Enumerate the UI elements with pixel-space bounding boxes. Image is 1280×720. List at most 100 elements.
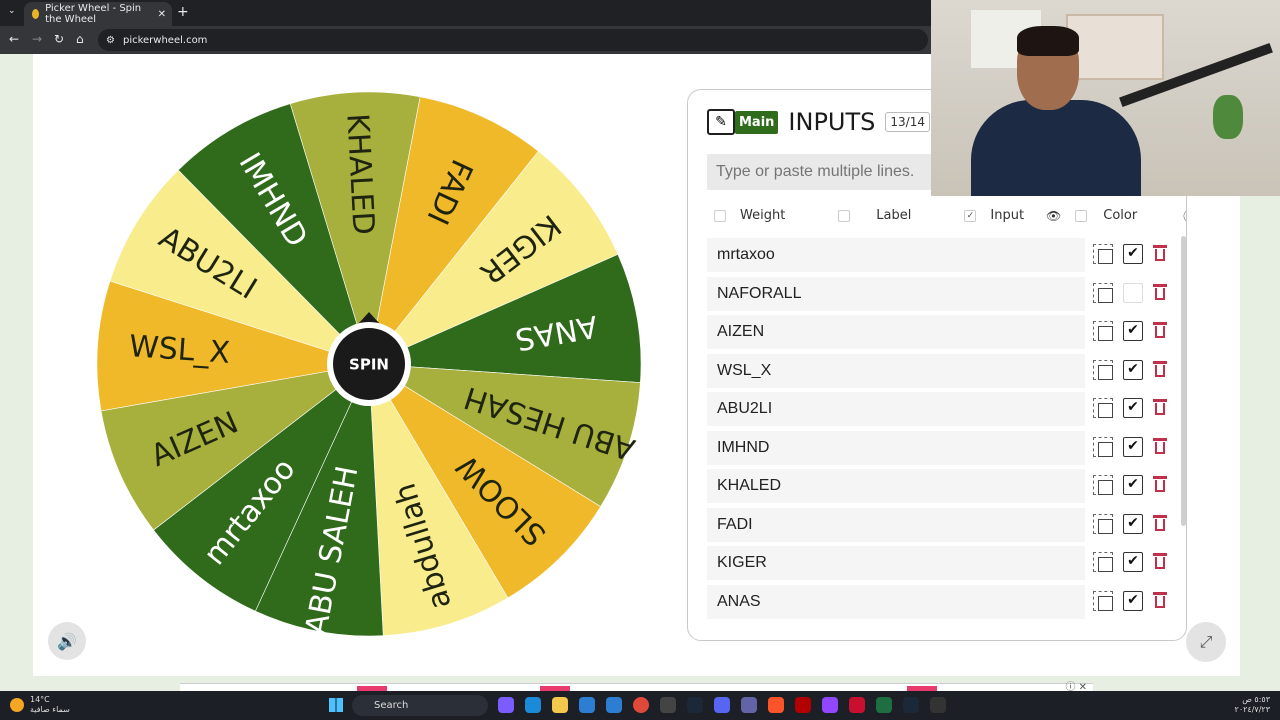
entry-name[interactable]: FADI: [707, 507, 1085, 542]
duplicate-icon[interactable]: [1093, 552, 1113, 572]
trash-icon[interactable]: [1153, 476, 1167, 493]
back-icon[interactable]: ←: [9, 32, 19, 46]
windows-taskbar: 14°C سماء صافية Search ٥:٥٣ ص ٢٠٢٤/٧/٢٣: [0, 691, 1280, 720]
taskbar-search[interactable]: Search: [352, 695, 488, 716]
entry-checkbox[interactable]: ✔: [1123, 321, 1143, 341]
entry-name[interactable]: ABU2LI: [707, 392, 1085, 426]
app-icon[interactable]: [903, 697, 919, 713]
trash-icon[interactable]: [1153, 514, 1167, 532]
entry-checkbox[interactable]: ✔: [1123, 436, 1143, 457]
entry-name[interactable]: WSL_X: [707, 353, 1085, 388]
entry-name[interactable]: IMHND: [707, 430, 1085, 465]
windows-start-icon[interactable]: [329, 698, 343, 712]
duplicate-icon[interactable]: [1093, 359, 1113, 380]
tab-menu-icon[interactable]: ⌄: [8, 6, 16, 16]
edge-icon[interactable]: [525, 697, 541, 713]
twitch-icon[interactable]: [822, 697, 838, 713]
entry-checkbox[interactable]: [1123, 282, 1143, 303]
label-checkbox[interactable]: [838, 209, 851, 222]
steam-icon[interactable]: [687, 697, 703, 713]
site-info-icon[interactable]: ⚙: [106, 35, 115, 46]
entry-row: mrtaxoo ✔: [707, 236, 1175, 275]
excel-icon[interactable]: [876, 697, 892, 713]
picker-wheel[interactable]: KHALED FADIKIGERANASABU HESAHSLOOWabdulla…: [95, 90, 643, 638]
new-tab-button[interactable]: +: [177, 4, 189, 20]
trash-icon[interactable]: [1153, 322, 1167, 339]
entry-checkbox[interactable]: ✔: [1123, 552, 1143, 572]
entry-name[interactable]: KHALED: [707, 469, 1085, 503]
options-row: Weight Label ✓ Input 👁 Color ⓘ: [714, 206, 1186, 225]
entry-name[interactable]: mrtaxoo: [707, 238, 1085, 272]
trash-icon[interactable]: [1153, 360, 1167, 378]
trash-icon[interactable]: [1153, 553, 1167, 570]
entry-count-badge: 13/14: [885, 112, 930, 132]
clock-date: ٢٠٢٤/٧/٢٣: [1234, 705, 1270, 714]
list-scrollbar[interactable]: [1181, 236, 1186, 526]
url-text: pickerwheel.com: [122, 34, 208, 46]
mail-icon[interactable]: [606, 697, 622, 713]
entry-name[interactable]: ANAS: [707, 584, 1085, 619]
entry-checkbox[interactable]: ✔: [1123, 359, 1143, 380]
entry-name[interactable]: KIGER: [707, 546, 1085, 580]
color-checkbox[interactable]: [1075, 209, 1088, 222]
panel-title: INPUTS: [788, 108, 876, 136]
streamer-body: [971, 100, 1141, 196]
duplicate-icon[interactable]: [1093, 398, 1113, 418]
app-icon[interactable]: [498, 697, 514, 713]
duplicate-icon[interactable]: [1093, 282, 1113, 303]
entry-checkbox[interactable]: ✔: [1123, 475, 1143, 495]
taskbar-apps: [498, 697, 946, 713]
info-icon[interactable]: ⓘ: [1183, 206, 1186, 225]
github-icon[interactable]: [660, 697, 676, 713]
teams-icon[interactable]: [741, 697, 757, 713]
app-icon[interactable]: [849, 697, 865, 713]
trash-icon[interactable]: [1153, 399, 1167, 416]
input-label: Input: [990, 208, 1025, 223]
forward-icon[interactable]: →: [32, 32, 42, 46]
entry-name[interactable]: AIZEN: [707, 315, 1085, 349]
tab-close-icon[interactable]: ✕: [158, 9, 166, 20]
input-checkbox[interactable]: ✓: [964, 209, 977, 222]
trash-icon[interactable]: [1153, 245, 1167, 262]
entry-checkbox[interactable]: ✔: [1123, 398, 1143, 418]
fullscreen-button[interactable]: ⤢: [1186, 622, 1226, 662]
ad-banner[interactable]: ⓘ ✕: [180, 682, 1093, 693]
discord-icon[interactable]: [714, 697, 730, 713]
trash-icon[interactable]: [1153, 437, 1167, 455]
store-icon[interactable]: [579, 697, 595, 713]
system-tray[interactable]: ٥:٥٣ ص ٢٠٢٤/٧/٢٣: [1235, 695, 1270, 715]
duplicate-icon[interactable]: [1093, 321, 1113, 341]
entries-list: mrtaxoo ✔ NAFORALL AIZEN ✔ WSL_X ✔ ABU2LI ✔ IMHND…: [707, 236, 1175, 621]
sun-icon: [10, 698, 24, 712]
reload-icon[interactable]: ↻: [54, 32, 64, 46]
brave-icon[interactable]: [768, 697, 784, 713]
eye-icon[interactable]: 👁: [1046, 209, 1061, 223]
duplicate-icon[interactable]: [1093, 436, 1113, 457]
entry-row: KHALED ✔: [707, 467, 1175, 506]
duplicate-icon[interactable]: [1093, 590, 1113, 611]
duplicate-icon[interactable]: [1093, 244, 1113, 264]
trash-icon[interactable]: [1153, 283, 1167, 301]
address-bar[interactable]: ⚙ pickerwheel.com: [98, 29, 928, 51]
wheel-logo-icon: ✎: [707, 109, 735, 135]
entry-checkbox[interactable]: ✔: [1123, 244, 1143, 264]
entry-row: ANAS ✔: [707, 583, 1175, 622]
home-icon[interactable]: ⌂: [76, 32, 84, 46]
app-icon[interactable]: [930, 697, 946, 713]
chrome-icon[interactable]: [633, 697, 649, 713]
trash-icon[interactable]: [1153, 591, 1167, 609]
entry-checkbox[interactable]: ✔: [1123, 590, 1143, 611]
site-favicon-icon: [32, 9, 40, 19]
entry-checkbox[interactable]: ✔: [1123, 513, 1143, 534]
entry-name[interactable]: NAFORALL: [707, 276, 1085, 311]
main-badge[interactable]: Main: [735, 110, 779, 134]
browser-tab[interactable]: Picker Wheel - Spin the Wheel ✕: [24, 2, 172, 26]
adobe-icon[interactable]: [795, 697, 811, 713]
explorer-icon[interactable]: [552, 697, 568, 713]
sound-toggle-button[interactable]: 🔊: [48, 622, 86, 660]
spin-label[interactable]: SPIN: [349, 356, 389, 374]
duplicate-icon[interactable]: [1093, 475, 1113, 495]
weight-checkbox[interactable]: [714, 209, 726, 222]
weather-widget[interactable]: 14°C سماء صافية: [10, 695, 70, 715]
duplicate-icon[interactable]: [1093, 513, 1113, 534]
